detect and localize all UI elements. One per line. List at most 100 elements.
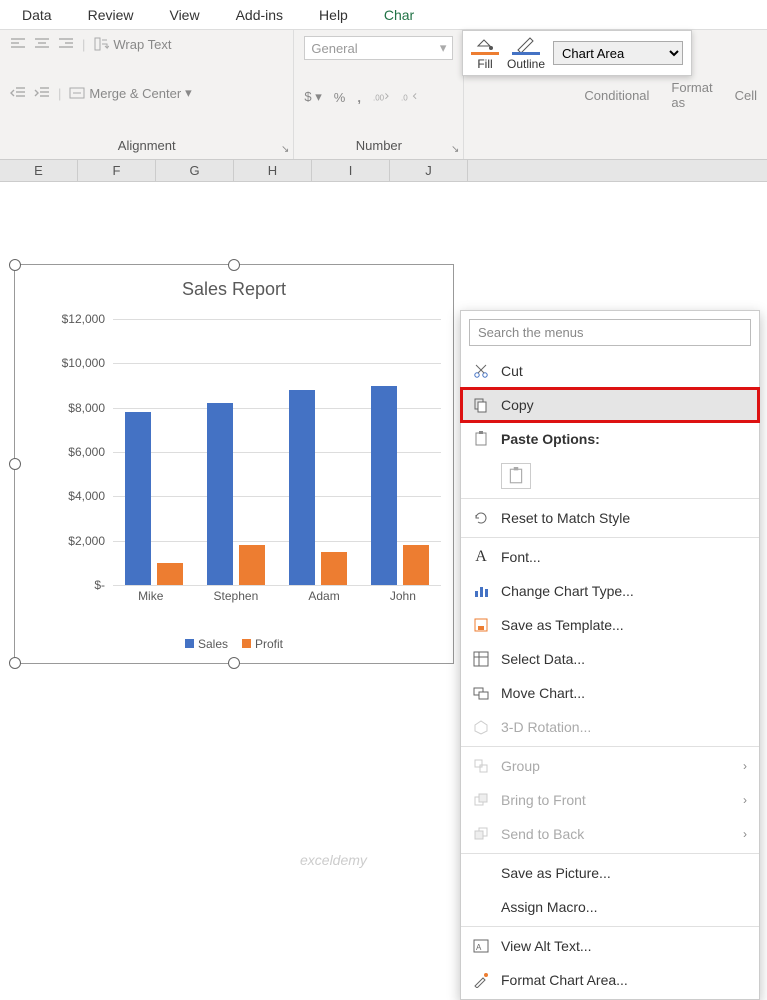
cut-icon <box>471 362 491 380</box>
indent-decrease-icon[interactable] <box>10 85 26 101</box>
tab-chart[interactable]: Char <box>366 1 432 29</box>
decrease-decimal-icon[interactable]: .0 <box>401 89 417 105</box>
resize-handle[interactable] <box>9 657 21 669</box>
menu-format-chart-area[interactable]: Format Chart Area... <box>461 963 759 997</box>
wrap-text-label: Wrap Text <box>113 37 171 52</box>
y-axis-labels: $12,000$10,000$8,000$6,000$4,000$2,000$- <box>49 319 109 585</box>
number-format-select[interactable]: General ▾ <box>304 36 453 60</box>
bar-profit-adam[interactable] <box>321 552 347 585</box>
menu-bring-front: Bring to Front › <box>461 783 759 817</box>
move-chart-icon <box>471 684 491 702</box>
col-h[interactable]: H <box>234 160 312 181</box>
alignment-dialog-launcher-icon[interactable]: ↘ <box>281 144 289 155</box>
format-icon <box>471 971 491 989</box>
resize-handle[interactable] <box>228 657 240 669</box>
chart-legend[interactable]: Sales Profit <box>15 637 453 651</box>
resize-handle[interactable] <box>9 259 21 271</box>
svg-text:A: A <box>476 943 482 952</box>
menu-save-template[interactable]: Save as Template... <box>461 608 759 642</box>
bar-profit-stephen[interactable] <box>239 545 265 585</box>
outline-button[interactable]: Outline <box>507 35 545 71</box>
tab-data[interactable]: Data <box>4 1 70 29</box>
col-i[interactable]: I <box>312 160 390 181</box>
col-f[interactable]: F <box>78 160 156 181</box>
bars-container <box>113 319 441 585</box>
x-tick-label: Stephen <box>214 589 259 603</box>
menu-font[interactable]: A Font... <box>461 540 759 574</box>
y-tick-label: $4,000 <box>49 489 105 503</box>
menu-cut[interactable]: Cut <box>461 354 759 388</box>
menu-group: Group › <box>461 749 759 783</box>
plot-area[interactable]: $12,000$10,000$8,000$6,000$4,000$2,000$- <box>49 319 441 585</box>
bar-profit-mike[interactable] <box>157 563 183 585</box>
menu-view-alt-text[interactable]: A View Alt Text... <box>461 929 759 963</box>
currency-button[interactable]: $ ▾ <box>304 89 321 105</box>
wrap-text-button[interactable]: Wrap Text <box>93 36 171 52</box>
menu-change-chart-type[interactable]: Change Chart Type... <box>461 574 759 608</box>
tab-addins[interactable]: Add-ins <box>218 1 301 29</box>
watermark: exceldemy <box>300 852 367 868</box>
fill-button[interactable]: Fill <box>471 35 499 71</box>
bring-front-icon <box>471 791 491 809</box>
tab-view[interactable]: View <box>151 1 217 29</box>
menu-copy[interactable]: Copy <box>461 388 759 422</box>
svg-text:.00: .00 <box>373 94 385 103</box>
chart-object[interactable]: Sales Report $12,000$10,000$8,000$6,000$… <box>14 264 454 664</box>
worksheet-area[interactable]: Sales Report $12,000$10,000$8,000$6,000$… <box>0 182 767 887</box>
col-g[interactable]: G <box>156 160 234 181</box>
chevron-right-icon: › <box>743 759 747 773</box>
cell-styles-button[interactable]: Cell <box>735 88 757 103</box>
column-headers: E F G H I J <box>0 160 767 182</box>
merge-center-button[interactable]: Merge & Center ▾ <box>69 85 191 101</box>
bar-sales-mike[interactable] <box>125 412 151 585</box>
percent-button[interactable]: % <box>334 90 346 105</box>
bar-sales-adam[interactable] <box>289 390 315 585</box>
increase-decimal-icon[interactable]: .00 <box>373 89 389 105</box>
select-data-icon <box>471 650 491 668</box>
ribbon-tabs: Data Review View Add-ins Help Char <box>0 0 767 30</box>
font-icon: A <box>471 548 491 566</box>
merge-center-label: Merge & Center <box>89 86 181 101</box>
comma-button[interactable]: , <box>357 90 361 105</box>
menu-search-input[interactable]: Search the menus <box>469 319 751 346</box>
align-center-icon[interactable] <box>34 36 50 52</box>
menu-assign-macro[interactable]: Assign Macro... <box>461 890 759 924</box>
menu-select-data[interactable]: Select Data... <box>461 642 759 676</box>
chart-element-selector[interactable]: Chart Area <box>553 41 683 65</box>
bar-sales-stephen[interactable] <box>207 403 233 585</box>
send-back-icon <box>471 825 491 843</box>
bar-profit-john[interactable] <box>403 545 429 585</box>
col-j[interactable]: J <box>390 160 468 181</box>
menu-paste-options: Paste Options: <box>461 422 759 456</box>
menu-move-chart[interactable]: Move Chart... <box>461 676 759 710</box>
group-icon <box>471 757 491 775</box>
format-as-table-button[interactable]: Format as <box>671 80 712 110</box>
paste-options-icon <box>471 430 491 448</box>
y-tick-label: $12,000 <box>49 312 105 326</box>
align-left-icon[interactable] <box>10 36 26 52</box>
number-format-value: General <box>311 41 357 56</box>
menu-save-as-picture[interactable]: Save as Picture... <box>461 856 759 890</box>
tab-review[interactable]: Review <box>70 1 152 29</box>
conditional-formatting-button[interactable]: Conditional <box>584 88 649 103</box>
align-right-icon[interactable] <box>58 36 74 52</box>
chevron-down-icon: ▾ <box>185 85 192 101</box>
chart-title[interactable]: Sales Report <box>15 265 453 306</box>
alt-text-icon: A <box>471 937 491 955</box>
y-tick-label: $6,000 <box>49 445 105 459</box>
resize-handle[interactable] <box>9 458 21 470</box>
number-dialog-launcher-icon[interactable]: ↘ <box>451 144 459 155</box>
col-e[interactable]: E <box>0 160 78 181</box>
menu-paste-option-1[interactable] <box>461 456 759 496</box>
x-axis-labels: MikeStephenAdamJohn <box>113 589 441 603</box>
resize-handle[interactable] <box>228 259 240 271</box>
bar-sales-john[interactable] <box>371 386 397 586</box>
x-tick-label: Mike <box>138 589 163 603</box>
number-group-title: Number <box>304 138 453 157</box>
x-tick-label: Adam <box>308 589 339 603</box>
tab-help[interactable]: Help <box>301 1 366 29</box>
indent-increase-icon[interactable] <box>34 85 50 101</box>
clipboard-icon <box>501 463 531 489</box>
legend-label-sales: Sales <box>198 637 228 651</box>
menu-reset-style[interactable]: Reset to Match Style <box>461 501 759 535</box>
